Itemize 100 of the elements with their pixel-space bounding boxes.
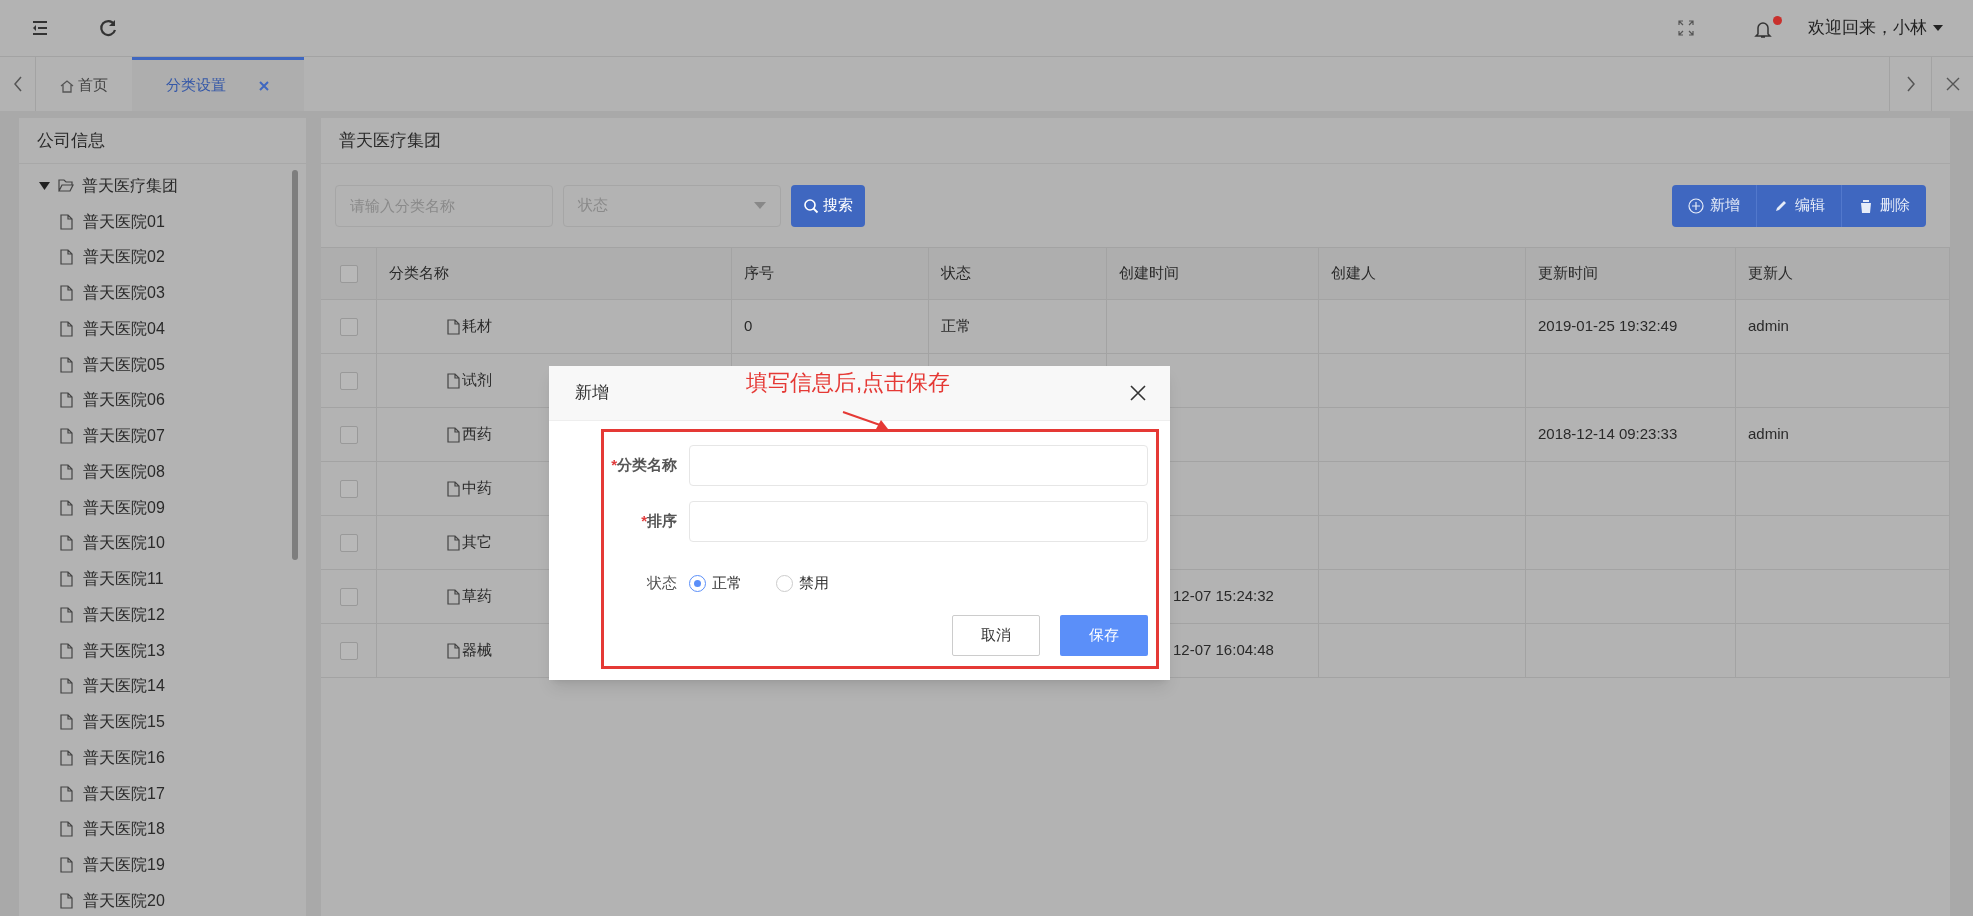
user-menu[interactable]: 欢迎回来，小林: [1808, 15, 1943, 41]
tree-item[interactable]: 普天医院02: [83, 245, 165, 270]
annotation-arrow: [842, 410, 890, 430]
table-cell-text: 草药: [462, 586, 492, 607]
close-icon[interactable]: [1130, 385, 1146, 401]
checkbox[interactable]: [339, 264, 358, 283]
document-icon: [60, 678, 73, 695]
tree-item[interactable]: 普天医院20: [83, 888, 165, 913]
document-icon: [60, 714, 73, 731]
column-header: 更新时间: [1538, 263, 1598, 284]
table-cell-text: 12-07 15:24:32: [1173, 586, 1274, 607]
checkbox[interactable]: [339, 587, 358, 606]
annotation-text: 填写信息后,点击保存: [746, 369, 951, 397]
input-field[interactable]: [689, 501, 1148, 542]
column-header: 序号: [744, 263, 774, 284]
document-icon: [60, 320, 73, 337]
document-icon: [60, 606, 73, 623]
tree-item[interactable]: 普天医院16: [83, 745, 165, 770]
table-cell-text: 12-07 16:04:48: [1173, 640, 1274, 661]
tree-item[interactable]: 普天医院05: [83, 352, 165, 377]
tree-item[interactable]: 普天医院12: [83, 602, 165, 627]
panel-title: 普天医疗集团: [321, 118, 1950, 164]
document-icon: [60, 821, 73, 838]
column-header: 更新人: [1748, 263, 1793, 284]
tree-item[interactable]: 普天医院03: [83, 281, 165, 306]
document-icon: [447, 588, 460, 605]
column-header: 创建时间: [1119, 263, 1179, 284]
checkbox[interactable]: [339, 371, 358, 390]
document-icon: [60, 749, 73, 766]
table-cell-text: 试剂: [462, 370, 492, 391]
field-label: 状态: [646, 572, 678, 593]
tree-item[interactable]: 普天医院18: [83, 817, 165, 842]
document-icon: [60, 392, 73, 409]
radio-option[interactable]: 正常: [689, 571, 742, 595]
tree-item[interactable]: 普天医院11: [83, 567, 164, 592]
table-cell-text: 其它: [462, 532, 492, 553]
caret-icon: [754, 202, 766, 209]
document-icon: [60, 463, 73, 480]
add-button[interactable]: 新增: [1672, 184, 1756, 227]
refresh-icon[interactable]: [98, 18, 118, 38]
tree-item[interactable]: 普天医院19: [83, 853, 165, 878]
input-field[interactable]: [689, 445, 1148, 486]
tree-item[interactable]: 普天医院09: [83, 495, 165, 520]
document-icon: [60, 356, 73, 373]
delete-button[interactable]: 删除: [1841, 184, 1926, 227]
tree-item[interactable]: 普天医院06: [83, 388, 165, 413]
table-cell-text: 0: [744, 316, 753, 337]
fullscreen-icon[interactable]: [1678, 20, 1694, 36]
tree-item[interactable]: 普天医院17: [83, 781, 165, 806]
table-cell-text: admin: [1748, 316, 1789, 337]
open-folder-icon: [58, 179, 74, 193]
bell-icon[interactable]: [1754, 20, 1772, 40]
tree-item[interactable]: 普天医院07: [83, 424, 165, 449]
document-icon: [60, 642, 73, 659]
caret-icon: [1933, 25, 1943, 31]
document-icon: [447, 318, 460, 335]
checkbox[interactable]: [339, 317, 358, 336]
tree-item[interactable]: 普天医院10: [83, 531, 165, 556]
document-icon: [60, 213, 73, 230]
document-icon: [60, 249, 73, 266]
document-icon: [60, 785, 73, 802]
sidebar-title: 公司信息: [19, 118, 306, 164]
document-icon: [447, 426, 460, 443]
tree-item[interactable]: 普天医院01: [83, 209, 165, 234]
field-label: *分类名称: [610, 455, 678, 476]
table-cell-text: 中药: [462, 478, 492, 499]
column-header: 创建人: [1331, 263, 1376, 284]
trash-icon: [1858, 197, 1874, 214]
caret-down-icon[interactable]: [39, 181, 50, 190]
table-cell-text: 器械: [462, 640, 492, 661]
menu-icon[interactable]: [30, 18, 50, 38]
table-cell-text: 正常: [941, 316, 971, 337]
checkbox[interactable]: [339, 533, 358, 552]
table-cell-text: 西药: [462, 424, 492, 445]
checkbox[interactable]: [339, 425, 358, 444]
column-header: 状态: [941, 263, 971, 284]
tree-item[interactable]: 普天医院14: [83, 674, 165, 699]
document-icon: [60, 428, 73, 445]
search-button[interactable]: 搜索: [791, 184, 865, 227]
document-icon: [447, 642, 460, 659]
table-cell-text: 耗材: [462, 316, 492, 337]
scrollbar-thumb[interactable]: [292, 170, 298, 560]
tree-item[interactable]: 普天医院13: [83, 638, 165, 663]
tree-item[interactable]: 普天医院15: [83, 710, 165, 735]
checkbox[interactable]: [339, 641, 358, 660]
tab[interactable]: 首页: [36, 57, 132, 111]
tree-item[interactable]: 普天医疗集团: [82, 173, 178, 198]
document-icon: [447, 480, 460, 497]
chevron-right-icon: [1905, 76, 1916, 92]
cancel-button[interactable]: 取消: [952, 615, 1040, 656]
radio-option[interactable]: 禁用: [776, 571, 829, 595]
tree-item[interactable]: 普天医院04: [83, 316, 165, 341]
edit-button[interactable]: 编辑: [1756, 184, 1841, 227]
tree-item[interactable]: 普天医院08: [83, 459, 165, 484]
checkbox[interactable]: [339, 479, 358, 498]
close-icon: [1945, 77, 1960, 91]
document-icon: [60, 499, 73, 516]
document-icon: [60, 535, 73, 552]
table-cell-text: 2019-01-25 19:32:49: [1538, 316, 1678, 337]
document-icon: [60, 285, 73, 302]
